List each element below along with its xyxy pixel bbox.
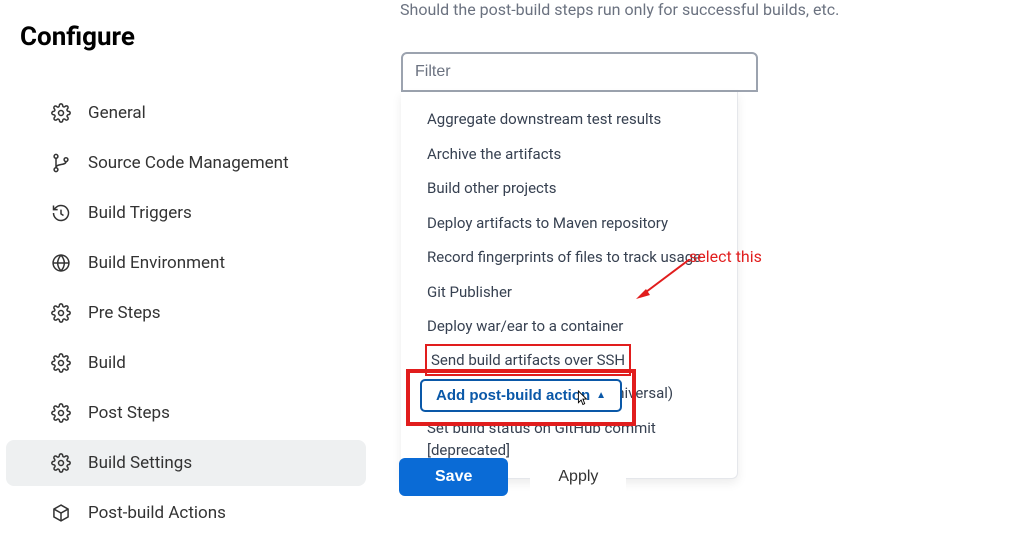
dropdown-item[interactable]: Deploy artifacts to Maven repository — [401, 206, 737, 241]
sidebar-item-build-triggers[interactable]: Build Triggers — [6, 190, 366, 236]
sidebar-item-label: Source Code Management — [88, 153, 289, 173]
sidebar-item-label: Pre Steps — [88, 303, 161, 323]
git-branch-icon — [50, 152, 72, 174]
sidebar-item-build[interactable]: Build — [6, 340, 366, 386]
sidebar-item-label: Build Settings — [88, 453, 192, 473]
sidebar-item-label: Post Steps — [88, 403, 170, 423]
button-row: Save Apply — [399, 458, 626, 496]
dropdown-item[interactable]: Aggregate downstream test results — [401, 102, 737, 137]
button-label: Add post-build action — [436, 387, 590, 404]
sidebar: General Source Code Management Build Tri… — [6, 90, 366, 540]
sidebar-item-label: Build — [88, 353, 126, 373]
add-action-highlight: Add post-build action ▲ — [406, 369, 636, 426]
dropdown-item[interactable]: Archive the artifacts — [401, 137, 737, 172]
gear-icon — [50, 352, 72, 374]
package-icon — [50, 502, 72, 524]
sidebar-item-source-code-management[interactable]: Source Code Management — [6, 140, 366, 186]
filter-input[interactable] — [401, 52, 758, 92]
sidebar-item-build-environment[interactable]: Build Environment — [6, 240, 366, 286]
gear-icon — [50, 452, 72, 474]
add-post-build-action-button[interactable]: Add post-build action ▲ — [420, 379, 622, 412]
dropdown-item[interactable]: Deploy war/ear to a container — [401, 309, 737, 344]
save-button[interactable]: Save — [399, 458, 508, 496]
gear-icon — [50, 302, 72, 324]
sidebar-item-post-build-actions[interactable]: Post-build Actions — [6, 490, 366, 536]
dropdown-item[interactable]: Record fingerprints of files to track us… — [401, 240, 737, 275]
gear-icon — [50, 402, 72, 424]
globe-icon — [50, 252, 72, 274]
dropdown-item[interactable]: Build other projects — [401, 171, 737, 206]
apply-button[interactable]: Apply — [530, 458, 626, 496]
hint-text: Should the post-build steps run only for… — [400, 0, 839, 19]
clock-history-icon — [50, 202, 72, 224]
sidebar-item-label: Build Environment — [88, 253, 225, 273]
annotation-text: select this — [689, 247, 762, 266]
sidebar-item-post-steps[interactable]: Post Steps — [6, 390, 366, 436]
sidebar-item-label: Post-build Actions — [88, 503, 226, 523]
caret-up-icon: ▲ — [596, 390, 606, 401]
sidebar-item-pre-steps[interactable]: Pre Steps — [6, 290, 366, 336]
sidebar-item-label: Build Triggers — [88, 203, 192, 223]
sidebar-item-build-settings[interactable]: Build Settings — [6, 440, 366, 486]
dropdown-item[interactable]: Git Publisher — [401, 275, 737, 310]
sidebar-item-label: General — [88, 103, 146, 123]
gear-icon — [50, 102, 72, 124]
page-title: Configure — [20, 22, 135, 52]
sidebar-item-general[interactable]: General — [6, 90, 366, 136]
